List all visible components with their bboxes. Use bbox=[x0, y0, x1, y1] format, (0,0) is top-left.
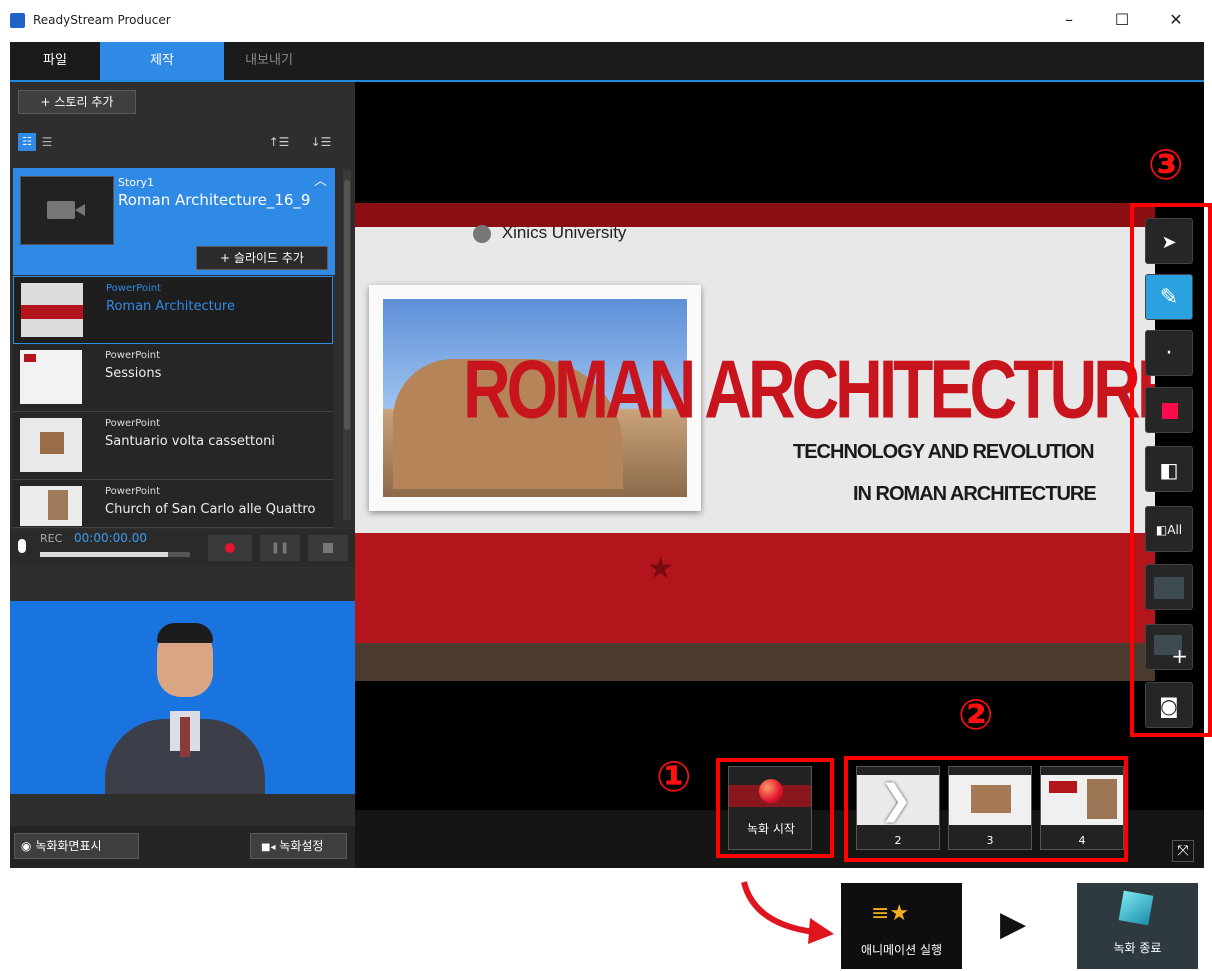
slide-name: Sessions bbox=[105, 366, 162, 381]
slide-item-1[interactable]: PowerPoint Roman Architecture bbox=[13, 276, 333, 344]
title-bar: ReadyStream Producer – ☐ ✕ bbox=[0, 0, 1212, 42]
slide-name: Church of San Carlo alle Quattro bbox=[105, 502, 316, 517]
eye-icon: ◉ bbox=[21, 839, 32, 853]
slide-brick-band bbox=[355, 643, 1155, 681]
callout-3: ③ bbox=[1148, 140, 1184, 189]
rec-time: 00:00:00.00 bbox=[74, 531, 147, 545]
stop-icon bbox=[323, 543, 333, 553]
fullscreen-icon[interactable]: ⤧ bbox=[1172, 840, 1194, 862]
add-story-button[interactable]: + 스토리 추가 bbox=[18, 90, 136, 114]
slide-red-band bbox=[355, 533, 1155, 643]
add-slide-button[interactable]: + 슬라이드 추가 bbox=[196, 246, 328, 270]
tab-produce[interactable]: 제작 bbox=[100, 42, 224, 80]
camera-icon bbox=[47, 201, 75, 219]
record-end-icon bbox=[1118, 890, 1154, 926]
play-arrow-icon: ▶ bbox=[1000, 904, 1027, 944]
slide-thumbnail bbox=[20, 350, 82, 404]
slide-item-4[interactable]: PowerPoint Church of San Carlo alle Quat… bbox=[13, 480, 333, 528]
slide-title: ROMAN ARCHITECTURE bbox=[463, 342, 1155, 435]
record-end-preview: 녹화 종료 bbox=[1077, 883, 1198, 969]
move-up-icon[interactable]: ↑☰ bbox=[264, 133, 294, 151]
maximize-button[interactable]: ☐ bbox=[1107, 10, 1137, 29]
story-label: Story1 bbox=[118, 176, 155, 189]
annotation-box-thumbs bbox=[844, 756, 1128, 862]
callout-1: ① bbox=[656, 752, 692, 801]
record-settings-label: 녹화설정 bbox=[279, 839, 324, 853]
move-down-icon[interactable]: ↓☰ bbox=[306, 133, 336, 151]
camera-lens-icon bbox=[75, 204, 85, 216]
slide-type: PowerPoint bbox=[106, 283, 162, 294]
stop-button[interactable] bbox=[308, 535, 348, 561]
tab-export[interactable]: 내보내기 bbox=[224, 42, 314, 80]
curved-arrow-icon bbox=[741, 881, 834, 944]
record-icon bbox=[225, 543, 235, 553]
record-settings-button[interactable]: ■◂ 녹화설정 bbox=[250, 833, 347, 859]
show-record-screen-button[interactable]: ◉ 녹화화면표시 bbox=[14, 833, 139, 859]
annotation-box-tools bbox=[1130, 203, 1212, 737]
university-logo-icon bbox=[473, 224, 491, 243]
detail-view-icon[interactable]: ☷ bbox=[18, 133, 36, 151]
slide-subtitle-2: IN ROMAN ARCHITECTURE bbox=[853, 483, 1097, 505]
rec-label: REC bbox=[40, 532, 63, 545]
animation-run-preview: ≡★ 애니메이션 실행 bbox=[841, 883, 962, 969]
slide-canvas[interactable]: Xinics University ROMAN ARCHITECTURE TEC… bbox=[355, 203, 1155, 681]
app-icon bbox=[10, 13, 25, 28]
slide-item-2[interactable]: PowerPoint Sessions bbox=[13, 344, 333, 412]
record-end-label: 녹화 종료 bbox=[1113, 941, 1162, 955]
slide-list-scrollbar[interactable] bbox=[343, 170, 351, 520]
slide-name: Santuario volta cassettoni bbox=[105, 434, 275, 449]
presenter-hair bbox=[157, 623, 213, 643]
video-camera-icon: ■◂ bbox=[261, 842, 276, 853]
university-name: Xinics University bbox=[501, 223, 627, 242]
star-icon: ★ bbox=[647, 551, 674, 586]
animation-run-label: 애니메이션 실행 bbox=[860, 943, 943, 957]
webcam-preview bbox=[10, 601, 355, 794]
slide-thumbnail bbox=[20, 486, 82, 526]
show-record-screen-label: 녹화화면표시 bbox=[35, 839, 102, 853]
slide-thumbnail bbox=[20, 418, 82, 472]
close-button[interactable]: ✕ bbox=[1161, 10, 1191, 29]
slide-subtitle-1: TECHNOLOGY AND REVOLUTION bbox=[793, 441, 1095, 463]
recorder-bar: REC 00:00:00.00 ❚❚ bbox=[10, 530, 355, 566]
slide-item-3[interactable]: PowerPoint Santuario volta cassettoni bbox=[13, 412, 333, 480]
tab-file[interactable]: 파일 bbox=[10, 42, 100, 80]
menu-bar: 파일 제작 내보내기 bbox=[10, 42, 1204, 82]
slide-type: PowerPoint bbox=[105, 350, 161, 361]
slide-type: PowerPoint bbox=[105, 418, 161, 429]
pause-button[interactable]: ❚❚ bbox=[260, 535, 300, 561]
animation-star-icon: ≡★ bbox=[871, 901, 910, 926]
presenter-tie bbox=[180, 717, 190, 757]
list-view-icon[interactable]: ☰ bbox=[38, 133, 56, 151]
slide-type: PowerPoint bbox=[105, 486, 161, 497]
window-title: ReadyStream Producer bbox=[33, 13, 171, 27]
minimize-button[interactable]: – bbox=[1054, 10, 1084, 29]
slide-name: Roman Architecture bbox=[106, 299, 235, 314]
story-camera-thumbnail bbox=[20, 176, 114, 245]
audio-level-meter bbox=[40, 552, 190, 557]
story-title: Roman Architecture_16_9 bbox=[118, 191, 311, 209]
left-bottom-bar: ◉ 녹화화면표시 ■◂ 녹화설정 bbox=[10, 826, 355, 868]
slide-thumbnail bbox=[21, 283, 83, 337]
collapse-icon[interactable]: ︿ bbox=[314, 170, 327, 189]
microphone-icon[interactable] bbox=[18, 539, 26, 553]
record-button[interactable] bbox=[208, 535, 252, 561]
callout-2: ② bbox=[958, 690, 994, 739]
annotation-box-record bbox=[716, 758, 834, 858]
slide-university: Xinics University bbox=[473, 223, 626, 243]
